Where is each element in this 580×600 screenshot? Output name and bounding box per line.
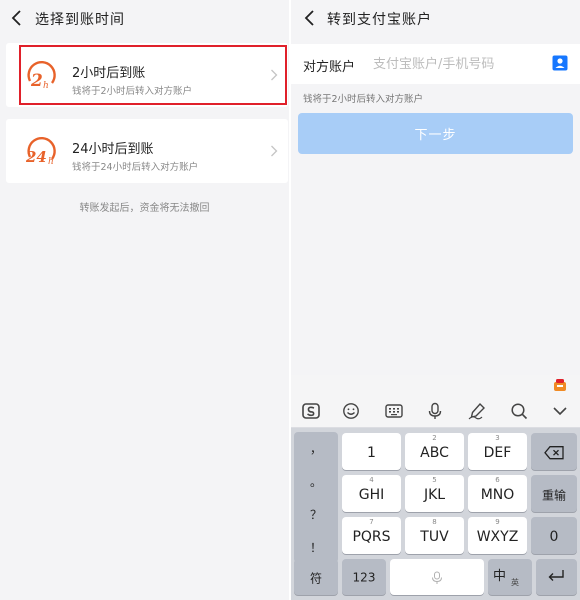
- irrevocable-note: 转账发起后，资金将无法撤回: [79, 203, 210, 214]
- page-title: 转到支付宝账户: [327, 12, 432, 28]
- collapse-keyboard-icon[interactable]: [551, 402, 569, 420]
- option-subtitle: 钱将于2小时后转入对方账户: [72, 86, 193, 97]
- backspace-key[interactable]: [531, 433, 577, 470]
- keyboard-icon[interactable]: [385, 402, 403, 420]
- option-title: 24小时后到账: [72, 142, 154, 157]
- right-screen: 转到支付宝账户 对方账户 钱将于2小时后转入对方账户 下一步: [291, 0, 580, 600]
- svg-text:h: h: [48, 157, 54, 167]
- enter-icon: [548, 570, 564, 581]
- sogou-skin-icon[interactable]: [553, 378, 567, 392]
- svg-text:h: h: [43, 81, 49, 91]
- page-title: 选择到账时间: [35, 12, 125, 28]
- back-button[interactable]: [10, 9, 26, 27]
- symbol-key[interactable]: ，: [294, 432, 338, 464]
- left-header: 选择到账时间: [0, 0, 289, 37]
- symbol-key[interactable]: ？: [294, 498, 338, 530]
- chevron-right-icon: [271, 69, 278, 81]
- key-4[interactable]: 4 GHI: [342, 475, 401, 512]
- number-mode-key[interactable]: 123: [342, 559, 386, 595]
- key-9[interactable]: 9 WXYZ: [468, 517, 527, 554]
- svg-text:2: 2: [30, 71, 43, 91]
- account-field-row: 对方账户: [291, 44, 580, 84]
- symbol-column: ， 。 ？ ！: [294, 432, 338, 563]
- key-1[interactable]: 1: [342, 433, 401, 470]
- reset-key[interactable]: 重输: [531, 475, 577, 512]
- key-3[interactable]: 3 DEF: [468, 433, 527, 470]
- symbol-mode-key[interactable]: 符: [294, 559, 338, 595]
- space-microphone-icon: [432, 571, 442, 584]
- emoji-icon[interactable]: [342, 402, 360, 420]
- microphone-icon[interactable]: [426, 402, 444, 420]
- back-arrow-icon: [11, 10, 21, 26]
- account-input[interactable]: [373, 54, 543, 74]
- backspace-icon: [544, 445, 564, 459]
- handwriting-icon[interactable]: [468, 402, 486, 420]
- key-2[interactable]: 2 ABC: [405, 433, 464, 470]
- keyboard-toolbar: [291, 395, 580, 428]
- space-key[interactable]: [390, 559, 484, 595]
- key-5[interactable]: 5 JKL: [405, 475, 464, 512]
- option-2h[interactable]: 2 h 2小时后到账 钱将于2小时后转入对方账户: [6, 43, 288, 107]
- key-8[interactable]: 8 TUV: [405, 517, 464, 554]
- option-subtitle: 钱将于24小时后转入对方账户: [72, 162, 199, 173]
- back-button[interactable]: [303, 9, 319, 27]
- sogou-icon[interactable]: [302, 402, 320, 420]
- key-7[interactable]: 7 PQRS: [342, 517, 401, 554]
- option-24h[interactable]: 24 h 24小时后到账 钱将于24小时后转入对方账户: [6, 119, 288, 183]
- account-field-label: 对方账户: [303, 60, 356, 75]
- search-icon[interactable]: [510, 402, 528, 420]
- enter-key[interactable]: [536, 559, 577, 595]
- 2h-clock-icon: 2 h: [27, 60, 56, 91]
- right-header: 转到支付宝账户: [291, 0, 580, 37]
- key-6[interactable]: 6 MNO: [468, 475, 527, 512]
- arrival-hint: 钱将于2小时后转入对方账户: [303, 94, 424, 105]
- chevron-right-icon: [271, 145, 278, 157]
- option-title: 2小时后到账: [72, 66, 146, 81]
- symbol-key[interactable]: 。: [294, 465, 338, 497]
- left-screen: 选择到账时间 2 h 2小时后到账 钱将于2小时后转入对方账户 24 h 24小…: [0, 0, 289, 600]
- svg-text:24: 24: [25, 148, 47, 166]
- key-0[interactable]: 0: [531, 517, 577, 554]
- language-switch-key[interactable]: 中 英: [488, 559, 532, 595]
- next-button[interactable]: 下一步: [298, 113, 573, 154]
- 24h-clock-icon: 24 h: [25, 136, 56, 167]
- contacts-icon[interactable]: [552, 55, 568, 71]
- ime-keyboard: ， 。 ？ ！ 1 2 ABC 3 DEF 4 GHI 5 JKL 6 MNO …: [291, 375, 580, 600]
- back-arrow-icon: [304, 10, 314, 26]
- keyboard-top-strip: [291, 375, 580, 395]
